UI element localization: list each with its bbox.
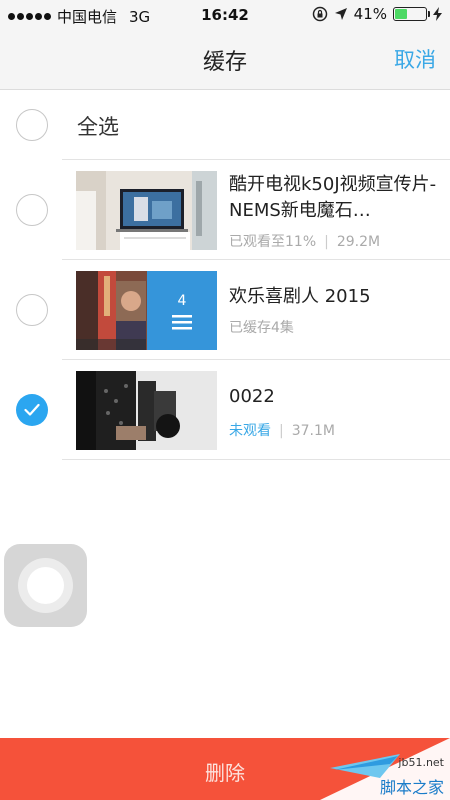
item-meta: 已缓存4集 <box>229 317 294 337</box>
item-checkbox[interactable] <box>16 294 48 326</box>
meta-separator: | <box>279 423 284 439</box>
video-thumbnail: 4 <box>76 271 217 350</box>
episode-count-badge: 4 <box>177 293 187 309</box>
select-all-row[interactable]: 全选 <box>0 90 450 160</box>
divider <box>62 459 450 460</box>
charging-icon <box>433 7 442 21</box>
battery-percent: 41% <box>353 5 387 23</box>
select-all-label: 全选 <box>77 115 119 139</box>
item-title: 酷开电视k50J视频宣传片-NEMS新电魔石… <box>229 174 437 221</box>
item-status: 已观看至11% <box>229 234 317 250</box>
item-checkbox-checked[interactable] <box>16 394 48 426</box>
watermark-name: 脚本之家 <box>379 778 444 797</box>
nav-bar: 缓存 取消 <box>0 30 450 90</box>
item-size: 37.1M <box>291 423 335 439</box>
cache-item[interactable]: 0022 未观看 | 37.1M <box>0 360 450 460</box>
rotation-lock-icon <box>312 6 327 22</box>
cancel-button[interactable]: 取消 <box>394 44 436 74</box>
watermark: jb51.net 脚本之家 <box>320 738 450 800</box>
status-bar: 中国电信 3G 16:42 41% <box>0 0 450 30</box>
item-checkbox[interactable] <box>16 194 48 226</box>
battery-icon <box>393 7 430 21</box>
item-title: 0022 <box>229 386 275 407</box>
assistive-touch-core <box>27 567 64 604</box>
item-status: 未观看 <box>229 423 271 439</box>
delete-button[interactable]: 删除 jb51.net 脚本之家 <box>0 738 450 800</box>
watermark-site: jb51.net <box>398 756 444 769</box>
video-thumbnail <box>76 171 217 250</box>
item-meta: 未观看 | 37.1M <box>229 420 335 440</box>
page-title: 缓存 <box>202 50 247 75</box>
item-meta: 已观看至11% | 29.2M <box>229 231 380 251</box>
item-title: 欢乐喜剧人 2015 <box>229 286 371 307</box>
select-all-checkbox[interactable] <box>16 109 48 141</box>
item-size: 29.2M <box>336 234 381 250</box>
battery-fill <box>395 9 408 19</box>
meta-separator: | <box>324 234 329 250</box>
location-icon <box>334 8 347 20</box>
assistive-touch-button[interactable] <box>4 544 87 627</box>
checkmark-icon <box>24 403 40 416</box>
video-thumbnail <box>76 371 217 450</box>
item-status: 已缓存4集 <box>229 320 294 336</box>
status-right: 41% <box>312 5 442 23</box>
cache-item[interactable]: 酷开电视k50J视频宣传片-NEMS新电魔石… 已观看至11% | 29.2M <box>0 160 450 260</box>
cache-item[interactable]: 4 欢乐喜剧人 2015 已缓存4集 <box>0 260 450 360</box>
